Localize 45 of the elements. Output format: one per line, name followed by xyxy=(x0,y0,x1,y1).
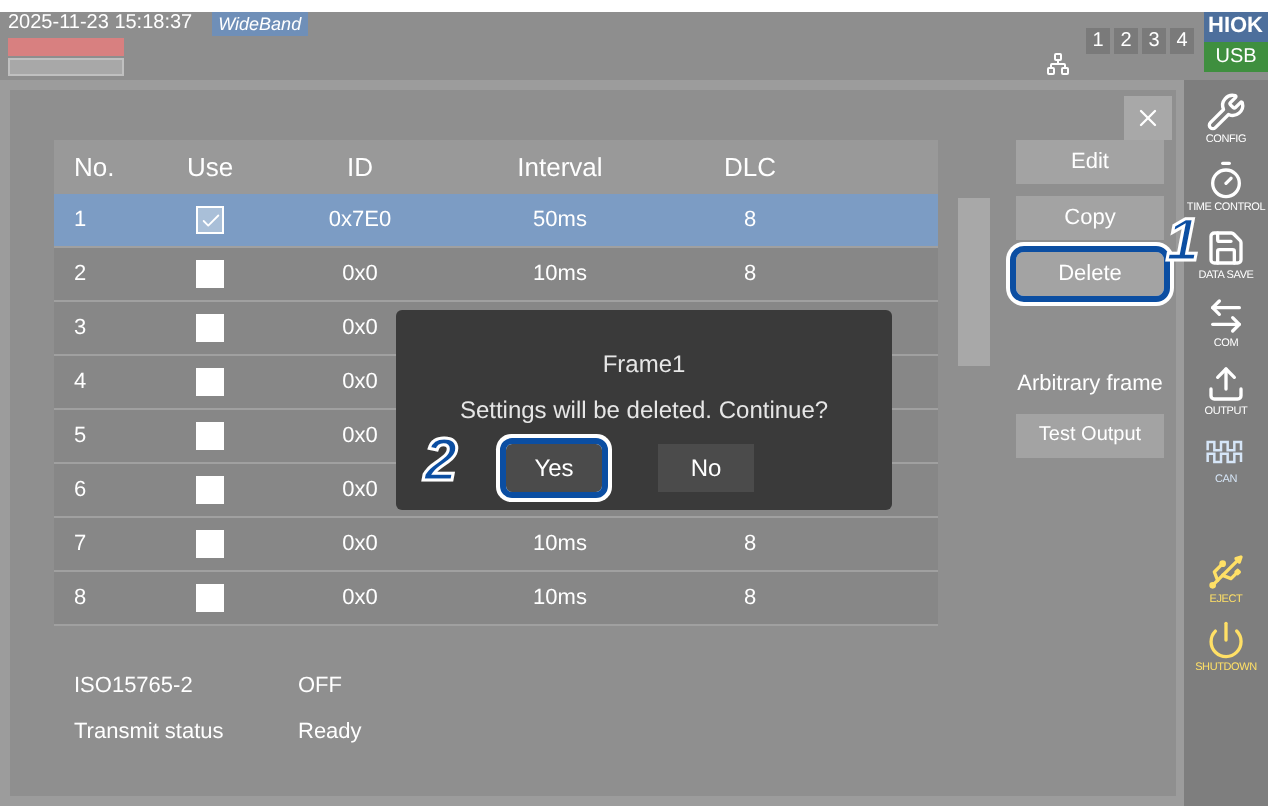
column-header: No. xyxy=(72,149,117,186)
table-cell-text: 10ms xyxy=(531,583,589,614)
column-header: Use xyxy=(184,149,236,186)
table-cell-text: 8 xyxy=(741,583,759,614)
table-cell-text: 8 xyxy=(741,259,759,290)
table-cell-text: 50ms xyxy=(531,205,589,236)
info-label: ISO15765-2 xyxy=(74,672,195,702)
table-cell-text: 7 xyxy=(72,529,89,560)
dialog-title: Frame1 xyxy=(602,348,686,382)
table-cell-text: 8 xyxy=(741,205,759,236)
table-cell-text: 10ms xyxy=(531,529,589,560)
info-label: Transmit status xyxy=(74,717,226,747)
table-cell-text: 4 xyxy=(72,367,89,398)
table-cell-text: 8 xyxy=(72,583,89,614)
callout-number: 1 xyxy=(1166,212,1200,272)
table-cell-text: 0x0 xyxy=(340,421,380,452)
channel-indicator: 3 xyxy=(1142,28,1166,54)
datetime-text: 2025-11-23 15:18:37 xyxy=(8,12,193,36)
table-cell-text: 5 xyxy=(72,421,89,452)
table-cell-text: 2 xyxy=(72,259,89,290)
table-cell-text: 0x0 xyxy=(340,529,380,560)
table-cell-text: 10ms xyxy=(531,259,589,290)
column-header: DLC xyxy=(721,149,778,186)
column-header: ID xyxy=(345,149,375,186)
table-cell-text: 0x0 xyxy=(340,259,380,290)
channel-indicator: 4 xyxy=(1170,28,1194,54)
table-cell-text: 6 xyxy=(72,475,89,506)
table-cell-text: 0x0 xyxy=(340,475,380,506)
usb-badge: USB xyxy=(1204,42,1268,72)
info-value: Ready xyxy=(298,717,362,747)
dialog-message: Settings will be deleted. Continue? xyxy=(459,394,829,428)
table-cell-text: 8 xyxy=(741,529,759,560)
table-cell-text: 0x0 xyxy=(340,367,380,398)
channel-indicator: 1 xyxy=(1086,28,1110,54)
table-cell-text: 0x0 xyxy=(340,313,380,344)
table-cell-text: 0x0 xyxy=(340,583,380,614)
mode-badge: WideBand xyxy=(212,12,308,36)
column-header: Interval xyxy=(515,149,605,186)
section-label: Arbitrary frame xyxy=(1017,370,1163,400)
logo-text: HIOK xyxy=(1204,12,1268,42)
info-value: OFF xyxy=(298,672,342,702)
table-cell-text: 0x7E0 xyxy=(326,205,394,236)
table-cell-text: 3 xyxy=(72,313,89,344)
table-cell-text: 1 xyxy=(72,205,89,236)
channel-indicator: 2 xyxy=(1114,28,1138,54)
